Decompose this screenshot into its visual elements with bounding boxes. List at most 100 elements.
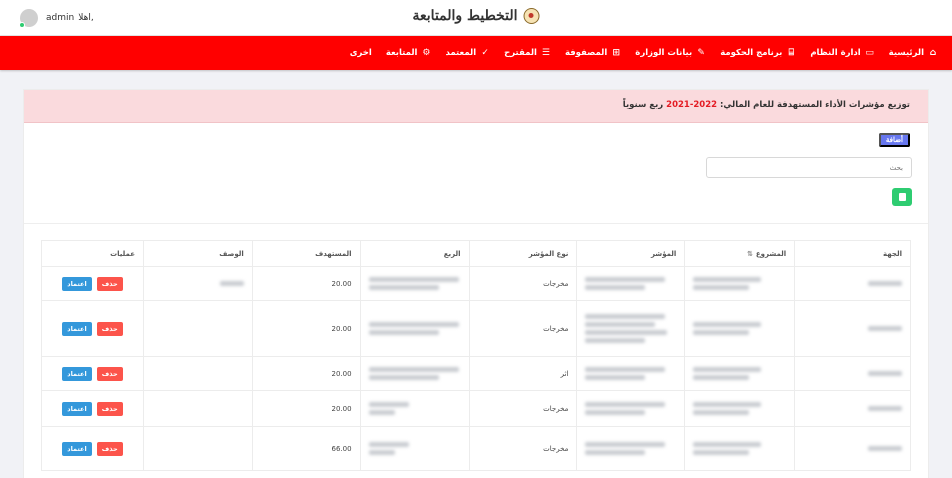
nav-item-ministry-data[interactable]: ✎ بيانات الوزارة	[635, 48, 706, 58]
delete-button[interactable]: حذف	[96, 276, 123, 291]
table-row: مخرجات 20.00 اعتماد حذف	[41, 390, 911, 427]
add-button[interactable]: أضافة	[878, 133, 910, 147]
delete-button[interactable]: حذف	[96, 321, 123, 336]
alert-text: توزيع مؤشرات الأداء المستهدفة للعام الما…	[623, 100, 910, 110]
home-icon: ⌂	[929, 48, 937, 58]
header-entity[interactable]: الجهة	[794, 240, 911, 267]
cell-operations: اعتماد حذف	[41, 390, 144, 427]
cell-type: مخرجات	[468, 300, 578, 357]
table-row: اثر 20.00 اعتماد حذف	[41, 356, 911, 391]
nav-item-other[interactable]: اخرى	[350, 48, 372, 58]
search-input[interactable]	[706, 157, 912, 178]
cell-type: مخرجات	[468, 266, 578, 301]
table-header-row: الجهة المشروع⇅ المؤشر نوع المؤشر الربع ا…	[41, 240, 911, 267]
cell-target: 20.00	[251, 266, 361, 301]
header-project[interactable]: المشروع⇅	[684, 240, 796, 267]
cogs-icon: ⚙	[422, 48, 431, 58]
nav-label: اخرى	[349, 48, 372, 58]
nav-item-matrix[interactable]: ⊞ المصفوفة	[565, 48, 621, 58]
nav-label: المتابعة	[385, 48, 418, 58]
nav-label: المصفوفة	[564, 48, 608, 58]
cell-indicator	[576, 390, 686, 427]
cell-indicator	[576, 426, 686, 471]
header-description[interactable]: الوصف	[142, 240, 253, 267]
delete-button[interactable]: حذف	[96, 366, 123, 381]
cell-target: 20.00	[251, 300, 361, 357]
approve-button[interactable]: اعتماد	[62, 441, 92, 456]
monitor-icon: ▭	[865, 48, 874, 58]
nav-item-home[interactable]: ⌂ الرئيسية	[889, 48, 938, 58]
nav-label: المقترح	[504, 48, 537, 58]
cell-entity	[794, 390, 911, 427]
cell-description	[142, 300, 253, 357]
alert-prefix: توزيع مؤشرات الأداء المستهدفة للعام الما…	[720, 100, 910, 110]
cell-target: 20.00	[251, 356, 361, 391]
list-icon: ☰	[541, 48, 550, 58]
cell-quarter	[359, 266, 470, 301]
approve-button[interactable]: اعتماد	[62, 401, 92, 416]
username[interactable]: admin	[46, 13, 74, 23]
cell-project	[684, 266, 796, 301]
edit-icon: ✎	[697, 48, 705, 58]
cell-quarter	[359, 356, 470, 391]
divider	[24, 223, 928, 224]
cell-description	[142, 266, 253, 301]
alert-suffix: ربع سنوياً	[622, 100, 664, 110]
cell-entity	[794, 266, 911, 301]
sort-icon[interactable]: ⇅	[747, 250, 753, 258]
cell-quarter	[359, 390, 470, 427]
cell-operations: اعتماد حذف	[41, 266, 144, 301]
cell-operations: اعتماد حذف	[41, 300, 144, 357]
nav-item-proposed[interactable]: ☰ المقترح	[504, 48, 551, 58]
nav-label: المعتمد	[445, 48, 477, 58]
grid-icon: ⊞	[612, 48, 621, 58]
nav-item-approved[interactable]: ✓ المعتمد	[445, 48, 490, 58]
cell-project	[684, 426, 796, 471]
cell-entity	[794, 356, 911, 391]
header-type[interactable]: نوع المؤشر	[468, 240, 578, 267]
logo-icon	[523, 8, 540, 24]
cell-description	[142, 426, 253, 471]
nav-label: بيانات الوزارة	[635, 48, 693, 58]
cell-entity	[794, 426, 911, 471]
cell-type: مخرجات	[468, 390, 578, 427]
fiscal-year-alert: توزيع مؤشرات الأداء المستهدفة للعام الما…	[24, 90, 928, 123]
approve-button[interactable]: اعتماد	[62, 321, 92, 336]
file-icon	[898, 193, 906, 201]
cell-project	[684, 356, 796, 391]
indicators-table: الجهة المشروع⇅ المؤشر نوع المؤشر الربع ا…	[41, 240, 911, 471]
user-menu[interactable]: admin اهلا,	[19, 9, 94, 28]
cell-operations: اعتماد حذف	[41, 356, 144, 391]
institution-icon: ⌸	[788, 48, 795, 58]
cell-entity	[794, 300, 911, 357]
brand[interactable]: التخطيط والمتابعة	[413, 8, 540, 24]
header-project-label: المشروع	[755, 249, 787, 258]
nav-label: برنامج الحكومة	[720, 48, 783, 58]
cell-type: اثر	[468, 356, 578, 391]
header-target[interactable]: المستهدف	[251, 240, 361, 267]
cell-description	[142, 356, 253, 391]
approve-button[interactable]: اعتماد	[62, 366, 92, 381]
delete-button[interactable]: حذف	[96, 401, 123, 416]
check-icon: ✓	[481, 48, 489, 58]
cell-indicator	[576, 266, 686, 301]
app-title: التخطيط والمتابعة	[412, 8, 518, 24]
online-status-icon	[19, 22, 25, 28]
nav-label: الرئيسية	[888, 48, 924, 58]
cell-indicator	[576, 356, 686, 391]
nav-item-government-program[interactable]: ⌸ برنامج الحكومة	[720, 48, 796, 58]
cell-quarter	[359, 426, 470, 471]
approve-button[interactable]: اعتماد	[62, 276, 92, 291]
cell-description	[142, 390, 253, 427]
nav-item-system-admin[interactable]: ▭ ادارة النظام	[810, 48, 874, 58]
greeting: اهلا,	[78, 13, 94, 23]
alert-year: 2022-2021	[666, 100, 718, 110]
delete-button[interactable]: حذف	[96, 441, 123, 456]
header-quarter[interactable]: الربع	[359, 240, 470, 267]
nav-item-followup[interactable]: ⚙ المتابعة	[386, 48, 432, 58]
header-indicator[interactable]: المؤشر	[576, 240, 686, 267]
export-excel-button[interactable]	[892, 188, 912, 206]
avatar[interactable]	[19, 9, 38, 28]
cell-indicator	[576, 300, 686, 357]
header-operations: عمليات	[41, 240, 144, 267]
